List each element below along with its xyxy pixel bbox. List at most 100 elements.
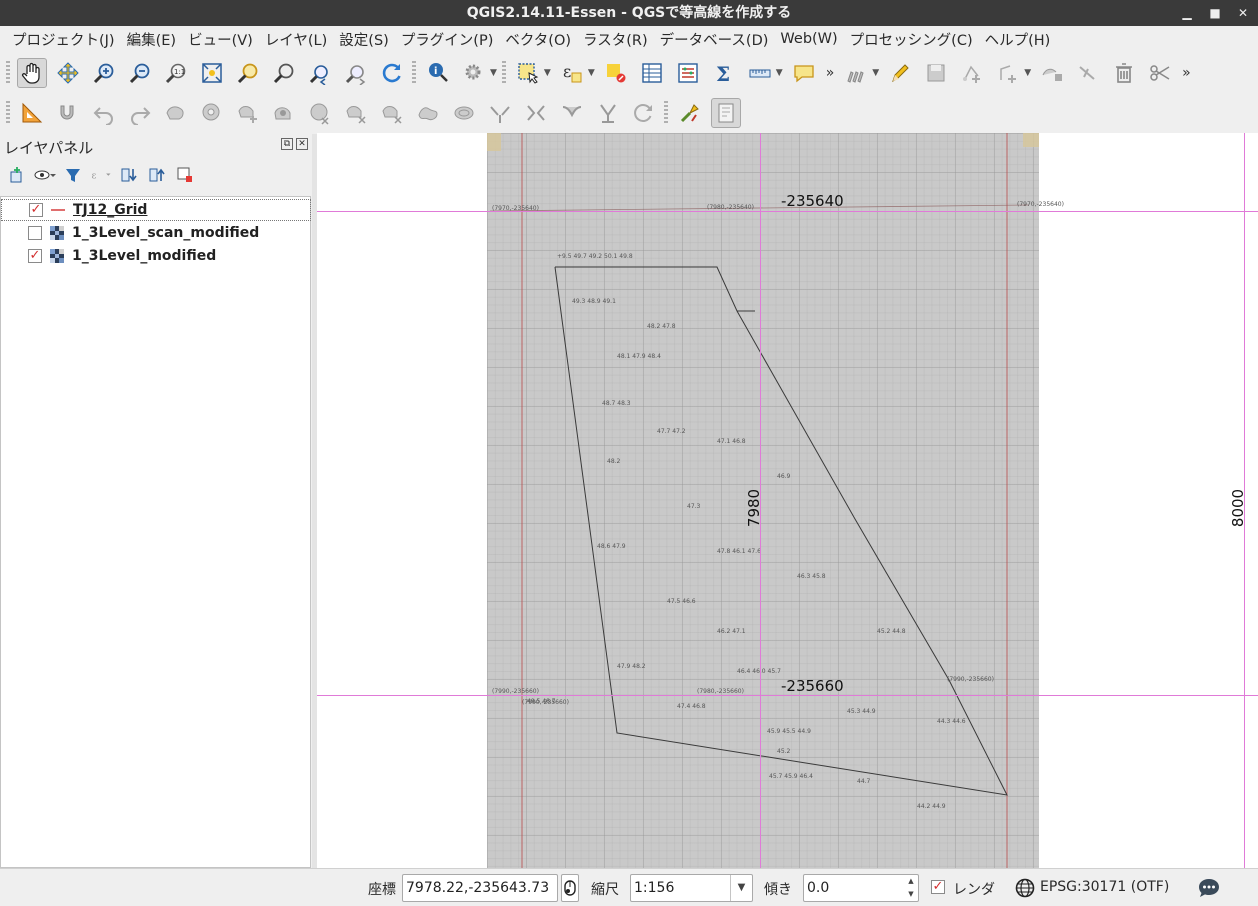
snapping-button[interactable] [53,98,83,128]
menu-web[interactable]: Web(W) [774,31,843,47]
move-feature-button[interactable] [993,58,1023,88]
remove-layer-button[interactable] [174,165,196,185]
layer-visibility-checkbox[interactable]: ✓ [29,203,43,217]
select-by-expression-button[interactable]: ε [557,58,587,88]
split-features-button[interactable] [485,98,515,128]
current-edits-button[interactable] [841,58,871,88]
merge-features-button[interactable] [557,98,587,128]
menu-project[interactable]: プロジェクト(J) [6,29,121,50]
filter-legend-button[interactable] [62,165,84,185]
expand-all-button[interactable] [118,165,140,185]
add-ring-button[interactable] [197,98,227,128]
render-checkbox[interactable]: ✓ [931,880,945,894]
zoom-native-button[interactable]: 1:1 [161,58,191,88]
toolbar-overflow-button[interactable]: » [826,65,835,81]
collapse-all-button[interactable] [146,165,168,185]
zoom-to-layer-button[interactable] [269,58,299,88]
pan-tool-button[interactable] [17,58,47,88]
coordinate-toggle-button[interactable] [561,874,579,902]
zoom-full-button[interactable] [197,58,227,88]
plugin-tool-button[interactable] [675,98,705,128]
redo-button[interactable] [125,98,155,128]
zoom-out-button[interactable] [125,58,155,88]
menu-settings[interactable]: 設定(S) [333,29,395,50]
trash-button[interactable] [1109,58,1139,88]
field-calculator-button[interactable] [673,58,703,88]
refresh-button[interactable] [377,58,407,88]
statistics-button[interactable]: Σ [709,58,739,88]
menu-plugins[interactable]: プラグイン(P) [395,29,500,50]
float-panel-button[interactable]: ⧉ [281,138,293,150]
fill-ring-button[interactable] [269,98,299,128]
menu-processing[interactable]: プロセッシング(C) [844,29,979,50]
messages-button[interactable] [1197,877,1221,903]
identify-button[interactable]: i [423,58,453,88]
zoom-in-button[interactable] [89,58,119,88]
menu-vector[interactable]: ベクタ(O) [499,29,577,50]
toolbar-overflow-button[interactable]: » [1182,65,1191,81]
chevron-down-icon[interactable]: ▼ [490,68,497,78]
zoom-to-selection-button[interactable] [233,58,263,88]
spin-arrows-icon[interactable]: ▲ ▼ [904,875,918,901]
action-button[interactable] [459,58,489,88]
menu-layer[interactable]: レイヤ(L) [259,29,333,50]
menu-edit[interactable]: 編集(E) [121,29,182,50]
add-group-button[interactable] [6,165,28,185]
save-edits-button[interactable] [921,58,951,88]
map-canvas[interactable]: +9.5 49.7 49.2 50.1 49.8 49.3 48.9 49.1 … [317,133,1258,868]
delete-ring-button[interactable] [305,98,335,128]
toggle-editing-button[interactable] [885,58,915,88]
crs-status[interactable]: EPSG:30171 (OTF) [1040,879,1169,895]
rotation-spinbox[interactable]: 0.0 ▲ ▼ [803,874,919,902]
chevron-down-icon[interactable]: ▼ [872,68,879,78]
menu-raster[interactable]: ラスタ(R) [577,29,654,50]
node-tool-button[interactable] [1037,58,1067,88]
cut-features-button[interactable] [1145,58,1175,88]
layer-item-modified[interactable]: ✓ 1_3Level_modified [1,245,311,267]
add-part-button[interactable] [233,98,263,128]
merge-attributes-button[interactable] [593,98,623,128]
reshape-button[interactable] [413,98,443,128]
zoom-last-button[interactable] [305,58,335,88]
deselect-button[interactable] [601,58,631,88]
attribute-table-button[interactable] [637,58,667,88]
advanced-digitizing-button[interactable] [17,98,47,128]
coordinate-field[interactable]: 7978.22,-235643.73 [402,874,558,902]
menu-view[interactable]: ビュー(V) [182,29,259,50]
measure-button[interactable] [745,58,775,88]
toolbar-grip[interactable] [501,61,506,85]
crs-globe-icon[interactable] [1015,878,1035,902]
minimize-button[interactable]: ▁ [1180,0,1194,26]
layer-item-tj12-grid[interactable]: ✓ TJ12_Grid [1,199,311,221]
delete-feature-part-button[interactable] [377,98,407,128]
chevron-down-icon[interactable]: ▼ [588,68,595,78]
chevron-down-icon[interactable]: ▼ [1024,68,1031,78]
close-panel-button[interactable]: ✕ [296,138,308,150]
close-button[interactable]: ✕ [1236,0,1250,26]
layer-item-scan-modified[interactable]: 1_3Level_scan_modified [1,222,311,244]
delete-selected-button[interactable] [1073,58,1103,88]
select-features-button[interactable] [513,58,543,88]
offset-curve-button[interactable] [449,98,479,128]
maximize-button[interactable]: ■ [1208,0,1222,26]
split-parts-button[interactable] [521,98,551,128]
add-feature-button[interactable] [957,58,987,88]
chevron-down-icon[interactable]: ▼ [730,875,752,901]
pan-to-selection-button[interactable] [53,58,83,88]
undo-button[interactable] [89,98,119,128]
layer-visibility-checkbox[interactable]: ✓ [28,249,42,263]
manage-visibility-button[interactable] [34,165,56,185]
menu-help[interactable]: ヘルプ(H) [979,29,1057,50]
chevron-down-icon[interactable]: ▼ [544,68,551,78]
scale-combo[interactable]: 1:156 ▼ [630,874,753,902]
chevron-down-icon[interactable]: ▼ [776,68,783,78]
layer-visibility-checkbox[interactable] [28,226,42,240]
toolbar-grip[interactable] [6,61,10,85]
menu-database[interactable]: データベース(D) [654,29,775,50]
zoom-next-button[interactable] [341,58,371,88]
filter-expression-button[interactable]: ε [90,165,112,185]
toolbar-grip[interactable] [412,61,416,85]
toolbar-grip[interactable] [664,101,668,125]
toolbar-grip[interactable] [6,101,10,125]
map-tips-button[interactable] [789,58,819,88]
